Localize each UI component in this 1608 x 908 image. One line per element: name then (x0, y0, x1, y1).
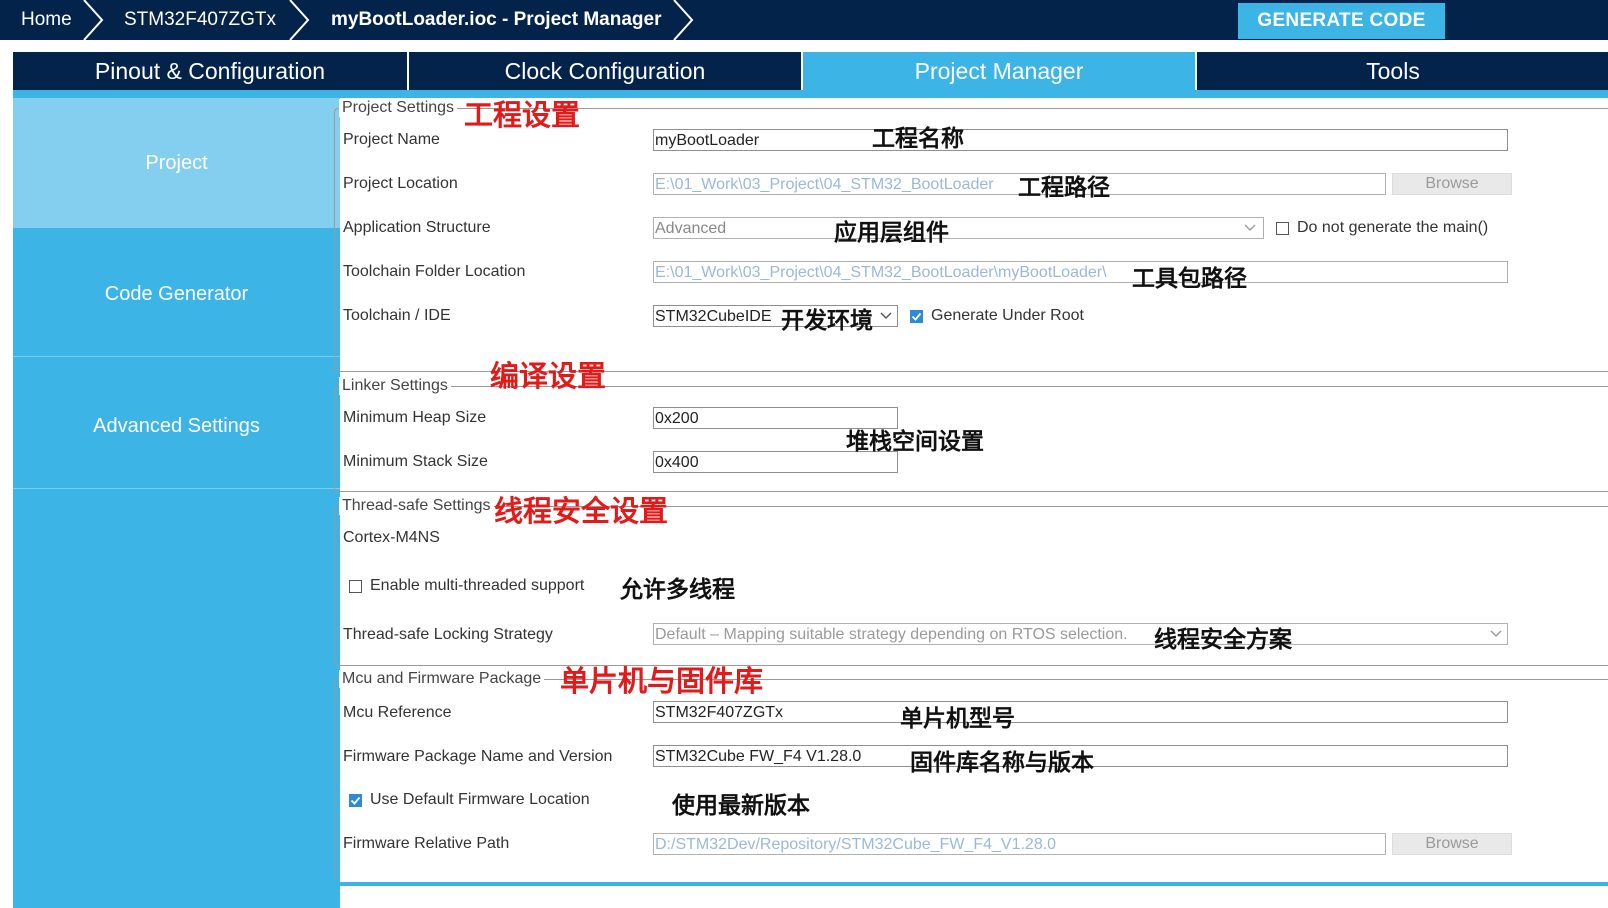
min-stack-label: Minimum Stack Size (343, 453, 488, 470)
annotation-thread-safe: 线程安全设置 (494, 494, 669, 528)
annotation-allow-multi: 允许多线程 (620, 577, 735, 603)
application-structure-value: Advanced (655, 220, 727, 237)
project-location-browse-button[interactable]: Browse (1392, 173, 1512, 195)
toolchain-folder-label: Toolchain Folder Location (343, 263, 526, 280)
mcu-firmware-legend: Mcu and Firmware Package (339, 670, 545, 688)
tab-clock-configuration[interactable]: Clock Configuration (409, 52, 801, 90)
sidebar-item-label: Code Generator (104, 283, 249, 305)
annotation-compile-settings: 编译设置 (490, 359, 607, 393)
sidebar: Project Code Generator Advanced Settings (13, 98, 340, 908)
use-default-firmware-checkbox[interactable] (349, 794, 362, 807)
breadcrumb-mcu[interactable]: STM32F407ZGTx (124, 0, 276, 40)
mcu-reference-input[interactable]: STM32F407ZGTx (653, 701, 1508, 723)
annotation-app-components: 应用层组件 (834, 220, 949, 246)
no-main-checkbox[interactable] (1276, 222, 1289, 235)
locking-strategy-value: Default – Mapping suitable strategy depe… (655, 626, 1128, 643)
bottom-accent-line (340, 882, 1608, 886)
core-label: Cortex-M4NS (343, 529, 440, 546)
annotation-mcu-firmware: 单片机与固件库 (560, 664, 764, 698)
sidebar-item-label: Project (145, 152, 208, 174)
sidebar-divider (13, 488, 340, 489)
tab-pinout-configuration[interactable]: Pinout & Configuration (13, 52, 407, 90)
sidebar-divider (13, 356, 340, 357)
sidebar-item-label: Advanced Settings (93, 415, 260, 437)
annotation-project-path: 工程路径 (1018, 175, 1110, 201)
tab-tools[interactable]: Tools (1197, 52, 1589, 90)
application-structure-label: Application Structure (343, 219, 491, 236)
thread-safe-legend: Thread-safe Settings (339, 497, 494, 515)
breadcrumb-separator-icon (673, 0, 694, 40)
firmware-path-browse-button[interactable]: Browse (1392, 833, 1512, 855)
annotation-fw-name-version: 固件库名称与版本 (910, 750, 1094, 776)
application-structure-select[interactable]: Advanced (653, 217, 1264, 239)
firmware-path-input[interactable]: D:/STM32Dev/Repository/STM32Cube_FW_F4_V… (653, 833, 1386, 855)
annotation-project-name: 工程名称 (872, 126, 964, 152)
min-heap-label: Minimum Heap Size (343, 409, 487, 426)
sidebar-item-project[interactable]: Project (13, 98, 340, 228)
tab-underline (13, 90, 1608, 98)
tab-project-manager[interactable]: Project Manager (803, 52, 1195, 90)
annotation-use-latest: 使用最新版本 (672, 793, 810, 819)
top-bar: Home STM32F407ZGTx myBootLoader.ioc - Pr… (0, 0, 1608, 40)
firmware-path-label: Firmware Relative Path (343, 835, 510, 852)
annotation-mcu-model: 单片机型号 (900, 706, 1015, 732)
toolchain-ide-value: STM32CubeIDE (655, 308, 772, 325)
linker-settings-legend: Linker Settings (339, 377, 451, 395)
sidebar-item-advanced-settings[interactable]: Advanced Settings (13, 360, 340, 492)
firmware-package-label: Firmware Package Name and Version (343, 748, 613, 765)
multi-thread-label: Enable multi-threaded support (370, 577, 585, 594)
check-icon (350, 796, 361, 805)
chevron-down-icon (1244, 224, 1256, 231)
annotation-project-settings: 工程设置 (464, 98, 581, 132)
breadcrumb-separator-icon (83, 0, 104, 40)
chevron-down-icon (880, 312, 892, 319)
sidebar-item-code-generator[interactable]: Code Generator (13, 228, 340, 360)
check-icon (911, 312, 922, 321)
annotation-heap-stack: 堆栈空间设置 (846, 429, 984, 455)
annotation-dev-env: 开发环境 (781, 308, 873, 334)
annotation-thread-scheme: 线程安全方案 (1154, 627, 1292, 653)
toolchain-ide-label: Toolchain / IDE (343, 307, 451, 324)
locking-strategy-label: Thread-safe Locking Strategy (343, 626, 553, 643)
locking-strategy-select[interactable]: Default – Mapping suitable strategy depe… (653, 623, 1508, 645)
project-location-label: Project Location (343, 175, 458, 192)
annotation-toolkit-path: 工具包路径 (1132, 266, 1247, 292)
generate-under-root-label: Generate Under Root (931, 307, 1084, 324)
toolchain-folder-input[interactable]: E:\01_Work\03_Project\04_STM32_BootLoade… (653, 261, 1508, 283)
project-name-input[interactable]: myBootLoader (653, 129, 1508, 151)
chevron-down-icon (1490, 630, 1502, 637)
use-default-firmware-label: Use Default Firmware Location (370, 791, 590, 808)
multi-thread-checkbox[interactable] (349, 580, 362, 593)
main-tabs: Pinout & Configuration Clock Configurati… (13, 52, 1608, 90)
breadcrumb-home[interactable]: Home (21, 0, 72, 40)
project-name-label: Project Name (343, 131, 440, 148)
generate-code-button[interactable]: GENERATE CODE (1238, 3, 1445, 39)
breadcrumb-separator-icon (289, 0, 310, 40)
generate-under-root-checkbox[interactable] (910, 310, 923, 323)
mcu-reference-label: Mcu Reference (343, 704, 452, 721)
project-settings-legend: Project Settings (339, 99, 458, 117)
breadcrumb-file[interactable]: myBootLoader.ioc - Project Manager (331, 0, 661, 40)
no-main-label: Do not generate the main() (1297, 219, 1489, 236)
